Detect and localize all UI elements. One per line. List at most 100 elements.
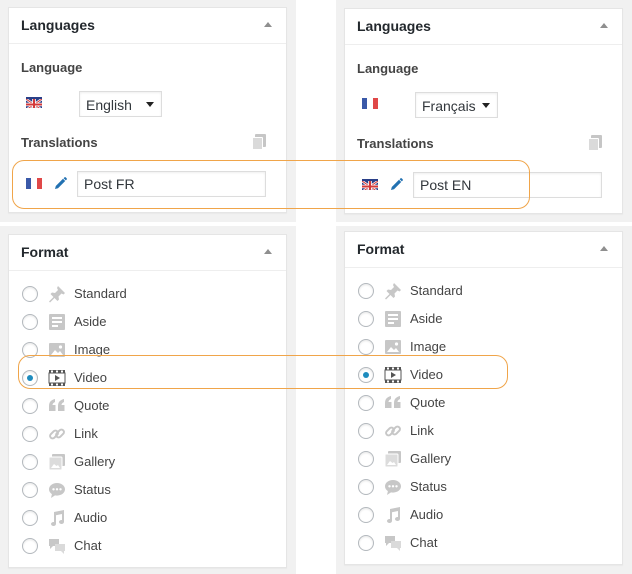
- format-option-aside[interactable]: Aside: [22, 311, 262, 333]
- format-option-standard[interactable]: Standard: [358, 280, 598, 302]
- format-label: Aside: [74, 314, 107, 329]
- format-label: Status: [74, 482, 111, 497]
- format-option-audio[interactable]: Audio: [358, 504, 598, 526]
- format-radio-image[interactable]: [358, 339, 374, 355]
- format-label: Video: [74, 370, 108, 385]
- collapse-arrow-icon[interactable]: [264, 22, 272, 27]
- format-label: Image: [410, 339, 447, 354]
- audio-icon: [48, 509, 66, 527]
- collapse-arrow-icon[interactable]: [600, 23, 608, 28]
- format-option-gallery[interactable]: Gallery: [22, 451, 262, 473]
- copy-icon[interactable]: [252, 134, 266, 150]
- format-radio-link[interactable]: [358, 423, 374, 439]
- format-option-image[interactable]: Image: [22, 339, 262, 361]
- image-icon: [48, 341, 66, 359]
- format-label: Standard: [410, 283, 463, 298]
- format-radio-gallery[interactable]: [358, 451, 374, 467]
- format-radio-standard[interactable]: [358, 283, 374, 299]
- pencil-edit-icon[interactable]: [52, 176, 68, 192]
- language-label: Language: [21, 60, 83, 75]
- collapse-arrow-icon[interactable]: [600, 246, 608, 251]
- chat-icon: [384, 534, 402, 552]
- format-title: Format: [21, 244, 69, 260]
- format-radio-chat[interactable]: [358, 535, 374, 551]
- format-option-standard[interactable]: Standard: [22, 283, 262, 305]
- format-option-image[interactable]: Image: [358, 336, 598, 358]
- status-icon: [384, 478, 402, 496]
- status-icon: [48, 481, 66, 499]
- format-option-aside[interactable]: Aside: [358, 308, 598, 330]
- languages-title: Languages: [21, 17, 95, 33]
- format-option-quote[interactable]: Quote: [22, 395, 262, 417]
- format-option-gallery[interactable]: Gallery: [358, 448, 598, 470]
- format-option-quote[interactable]: Quote: [358, 392, 598, 414]
- format-label: Audio: [410, 507, 444, 522]
- format-option-video[interactable]: Video: [358, 364, 598, 386]
- language-select-value: Français: [422, 98, 476, 114]
- pin-icon: [384, 282, 402, 300]
- languages-metabox: Languages Language Français Translations…: [344, 8, 623, 214]
- format-metabox: Format Standard Aside Image Video Quote Link G…: [344, 231, 623, 565]
- format-radio-gallery[interactable]: [22, 454, 38, 470]
- video-icon: [384, 366, 402, 384]
- format-option-link[interactable]: Link: [22, 423, 262, 445]
- format-radio-status[interactable]: [22, 482, 38, 498]
- format-label: Quote: [410, 395, 446, 410]
- collapse-arrow-icon[interactable]: [264, 249, 272, 254]
- language-label: Language: [357, 61, 419, 76]
- format-radio-video[interactable]: [358, 367, 374, 383]
- aside-icon: [48, 313, 66, 331]
- format-metabox: Format Standard Aside Image Video Quote Link G…: [8, 234, 287, 568]
- format-radio-audio[interactable]: [358, 507, 374, 523]
- translation-input[interactable]: Post FR: [77, 171, 266, 197]
- format-radio-chat[interactable]: [22, 538, 38, 554]
- translations-label: Translations: [357, 136, 434, 151]
- format-option-link[interactable]: Link: [358, 420, 598, 442]
- format-radio-aside[interactable]: [22, 314, 38, 330]
- format-label: Video: [410, 367, 444, 382]
- format-label: Gallery: [410, 451, 452, 466]
- format-radio-audio[interactable]: [22, 510, 38, 526]
- format-radio-quote[interactable]: [22, 398, 38, 414]
- quote-icon: [384, 394, 402, 412]
- format-radio-image[interactable]: [22, 342, 38, 358]
- format-options-list: Standard Aside Image Video Quote Link Gallery S…: [22, 283, 272, 563]
- translation-input-value: Post FR: [84, 176, 135, 192]
- format-label: Link: [74, 426, 98, 441]
- format-header: Format: [345, 232, 622, 268]
- format-option-chat[interactable]: Chat: [22, 535, 262, 557]
- image-icon: [384, 338, 402, 356]
- fr-flag-icon: [362, 98, 378, 109]
- fr-flag-icon: [26, 178, 42, 189]
- audio-icon: [384, 506, 402, 524]
- format-label: Audio: [74, 510, 108, 525]
- format-radio-status[interactable]: [358, 479, 374, 495]
- format-radio-standard[interactable]: [22, 286, 38, 302]
- languages-metabox: Languages Language English Translations …: [8, 7, 287, 213]
- format-option-audio[interactable]: Audio: [22, 507, 262, 529]
- format-label: Chat: [74, 538, 102, 553]
- pin-icon: [48, 285, 66, 303]
- format-label: Aside: [410, 311, 443, 326]
- format-radio-video[interactable]: [22, 370, 38, 386]
- copy-icon[interactable]: [588, 135, 602, 151]
- video-icon: [48, 369, 66, 387]
- language-select[interactable]: English: [79, 91, 162, 117]
- language-select[interactable]: Français: [415, 92, 498, 118]
- uk-flag-icon: [26, 97, 42, 108]
- format-options-list: Standard Aside Image Video Quote Link Gallery S…: [358, 280, 608, 560]
- translation-input[interactable]: Post EN: [413, 172, 602, 198]
- select-caret-icon: [482, 103, 490, 108]
- aside-icon: [384, 310, 402, 328]
- format-option-status[interactable]: Status: [358, 476, 598, 498]
- pencil-edit-icon[interactable]: [388, 177, 404, 193]
- format-option-chat[interactable]: Chat: [358, 532, 598, 554]
- format-radio-link[interactable]: [22, 426, 38, 442]
- languages-header: Languages: [345, 9, 622, 45]
- translations-label: Translations: [21, 135, 98, 150]
- format-label: Quote: [74, 398, 110, 413]
- format-option-video[interactable]: Video: [22, 367, 262, 389]
- format-option-status[interactable]: Status: [22, 479, 262, 501]
- format-radio-quote[interactable]: [358, 395, 374, 411]
- format-radio-aside[interactable]: [358, 311, 374, 327]
